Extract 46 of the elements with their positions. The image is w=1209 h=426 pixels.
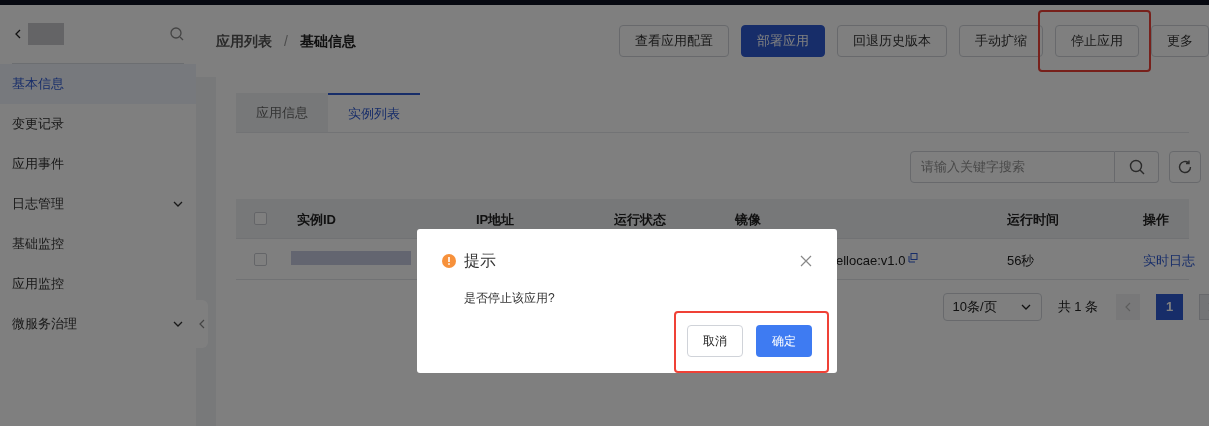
- toolbar-button[interactable]: 更多: [1151, 25, 1209, 57]
- toolbar-button[interactable]: 手动扩缩: [959, 25, 1043, 57]
- cancel-button[interactable]: 取消: [687, 325, 743, 357]
- checkbox[interactable]: [254, 253, 267, 266]
- checkbox[interactable]: [254, 212, 267, 225]
- sidebar-item[interactable]: 日志管理: [0, 184, 196, 224]
- toolbar-button[interactable]: 查看应用配置: [619, 25, 729, 57]
- redacted-block: [28, 23, 64, 45]
- warning-icon: [442, 254, 456, 268]
- confirm-button[interactable]: 确定: [756, 325, 812, 357]
- breadcrumb-item: 基础信息: [299, 31, 356, 51]
- close-icon[interactable]: [800, 255, 812, 267]
- search-icon[interactable]: [170, 27, 184, 41]
- column-header: 操作: [1143, 211, 1169, 229]
- sidebar-item[interactable]: 基础监控: [0, 224, 196, 264]
- log-link[interactable]: 实时日志: [1143, 251, 1195, 271]
- sidebar-item[interactable]: 基本信息: [0, 64, 196, 104]
- column-header: 运行状态: [614, 211, 666, 229]
- breadcrumb-item[interactable]: 应用列表: [216, 30, 272, 52]
- sidebar-item[interactable]: 应用监控: [0, 264, 196, 304]
- dialog-message: 是否停止该应用?: [464, 290, 556, 307]
- column-header: IP地址: [476, 211, 515, 229]
- toolbar-button[interactable]: 回退历史版本: [837, 25, 947, 57]
- sidebar-item[interactable]: 应用事件: [0, 144, 196, 184]
- column-header: 运行时间: [1007, 211, 1059, 229]
- sidebar-item[interactable]: 变更记录: [0, 104, 196, 144]
- page-size-select[interactable]: 10条/页: [942, 293, 1042, 321]
- sidebar-item[interactable]: 微服务治理: [0, 304, 196, 344]
- copy-icon[interactable]: [908, 253, 918, 263]
- refresh-button[interactable]: [1169, 151, 1201, 183]
- column-header: 镜像: [735, 211, 761, 229]
- collapse-handle[interactable]: [195, 300, 208, 348]
- tab[interactable]: 应用信息: [236, 93, 328, 132]
- breadcrumb-item: /: [284, 31, 288, 51]
- chevron-left-icon: [198, 319, 205, 329]
- chevron-left-icon: [1125, 302, 1131, 312]
- refresh-icon: [1177, 159, 1193, 175]
- total-count: 共 1 条: [1057, 298, 1098, 317]
- dialog-title: 提示: [464, 251, 497, 271]
- column-header: 实例ID: [297, 211, 336, 229]
- search-icon[interactable]: [1128, 159, 1145, 175]
- page-button[interactable]: 1: [1156, 294, 1183, 320]
- toolbar-button[interactable]: 停止应用: [1055, 25, 1139, 57]
- table-cell-text: 56秒: [1007, 252, 1035, 270]
- toolbar-button[interactable]: 部署应用: [741, 25, 825, 57]
- table-cell-text: ellocae:v1.0: [836, 252, 906, 270]
